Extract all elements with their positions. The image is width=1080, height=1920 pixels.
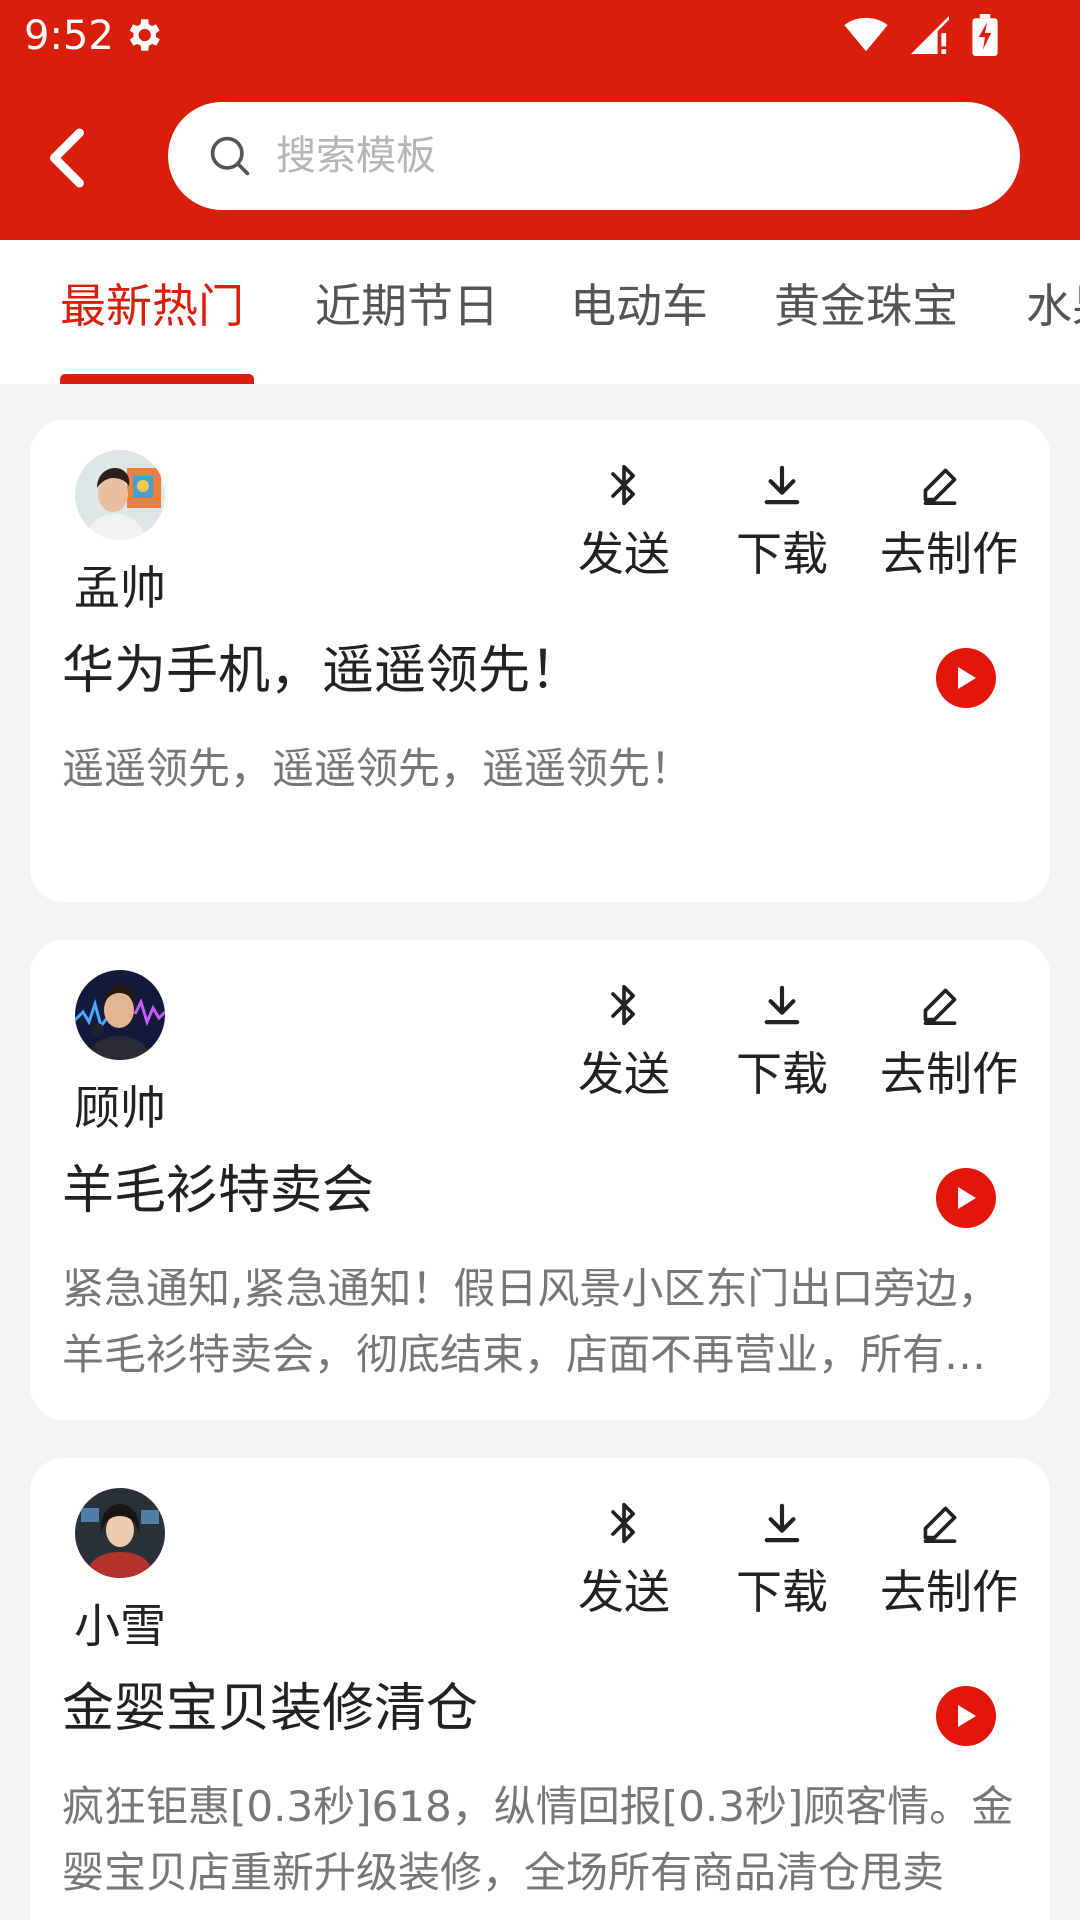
play-icon: [958, 667, 976, 689]
pencil-icon: [880, 1498, 1000, 1548]
template-description: 紧急通知,紧急通知！假日风景小区东门出口旁边，羊毛衫特卖会，彻底结束，店面不再营…: [62, 1264, 1000, 1379]
send-button[interactable]: 发送: [564, 980, 684, 1102]
make-button[interactable]: 去制作: [880, 980, 1018, 1102]
template-description: 遥遥领先，遥遥领先，遥遥领先！: [62, 744, 693, 793]
status-time: 9:52: [24, 13, 114, 59]
download-button[interactable]: 下载: [722, 460, 842, 582]
top-app-bar: 9:52: [0, 0, 1080, 240]
wifi-icon: [844, 17, 888, 57]
make-label: 去制作: [880, 1565, 1018, 1619]
bluetooth-icon: [564, 980, 684, 1030]
search-icon: [208, 134, 252, 182]
bluetooth-icon: [564, 1498, 684, 1548]
make-label: 去制作: [880, 527, 1018, 581]
download-label: 下载: [736, 1565, 828, 1619]
search-bar[interactable]: [168, 102, 1020, 210]
tab-gold-jewelry[interactable]: 黄金珠宝: [774, 276, 958, 336]
tab-upcoming-holidays[interactable]: 近期节日: [315, 276, 499, 336]
search-input[interactable]: [276, 102, 976, 210]
send-button[interactable]: 发送: [564, 460, 684, 582]
download-label: 下载: [736, 1047, 828, 1101]
pencil-icon: [880, 980, 1000, 1030]
tab-latest-hot[interactable]: 最新热门: [60, 276, 244, 336]
template-title: 羊毛衫特卖会: [62, 1161, 375, 1221]
download-button[interactable]: 下载: [722, 980, 842, 1102]
bluetooth-icon: [564, 460, 684, 510]
make-label: 去制作: [880, 1047, 1018, 1101]
send-label: 发送: [578, 527, 670, 581]
make-button[interactable]: 去制作: [880, 1498, 1018, 1620]
download-icon: [722, 1498, 842, 1548]
status-icons: [844, 14, 998, 60]
template-card[interactable]: 孟帅 发送 下载 去制作 华为手机，遥遥领先！ 遥遥领先，遥遥领先，遥遥领先！: [30, 420, 1050, 902]
active-tab-indicator: [60, 374, 254, 384]
avatar: [75, 970, 165, 1060]
pencil-icon: [880, 460, 1000, 510]
play-button[interactable]: [936, 648, 996, 708]
template-description: 疯狂钜惠[0.3秒]618，纵情回报[0.3秒]顾客情。金婴宝贝店重新升级装修，…: [62, 1782, 1014, 1897]
avatar: [75, 450, 165, 540]
back-button[interactable]: [40, 122, 92, 194]
author-name: 小雪: [74, 1599, 166, 1653]
send-label: 发送: [578, 1047, 670, 1101]
chevron-left-icon: [50, 128, 84, 188]
send-label: 发送: [578, 1565, 670, 1619]
send-button[interactable]: 发送: [564, 1498, 684, 1620]
author-name: 顾帅: [74, 1081, 166, 1135]
author-name: 孟帅: [74, 561, 166, 615]
download-label: 下载: [736, 527, 828, 581]
template-title: 金婴宝贝装修清仓: [62, 1679, 479, 1739]
avatar: [75, 1488, 165, 1578]
play-icon: [958, 1705, 976, 1727]
category-tabs: 最新热门 近期节日 电动车 黄金珠宝 水果: [0, 240, 1080, 384]
play-icon: [958, 1187, 976, 1209]
gear-icon: [122, 14, 164, 60]
download-icon: [722, 980, 842, 1030]
download-icon: [722, 460, 842, 510]
battery-icon: [972, 14, 998, 60]
play-button[interactable]: [936, 1686, 996, 1746]
tab-fruit[interactable]: 水果: [1026, 276, 1080, 336]
make-button[interactable]: 去制作: [880, 460, 1018, 582]
template-card[interactable]: 小雪 发送 下载 去制作 金婴宝贝装修清仓 疯狂钜惠[0.3秒]618，纵情回报…: [30, 1458, 1050, 1920]
tab-electric-vehicles[interactable]: 电动车: [570, 276, 708, 336]
download-button[interactable]: 下载: [722, 1498, 842, 1620]
play-button[interactable]: [936, 1168, 996, 1228]
template-title: 华为手机，遥遥领先！: [62, 641, 583, 701]
signal-icon: [910, 16, 950, 58]
template-card[interactable]: 顾帅 发送 下载 去制作 羊毛衫特卖会 紧急通知,紧急通知！假日风景小区东门出口…: [30, 940, 1050, 1420]
